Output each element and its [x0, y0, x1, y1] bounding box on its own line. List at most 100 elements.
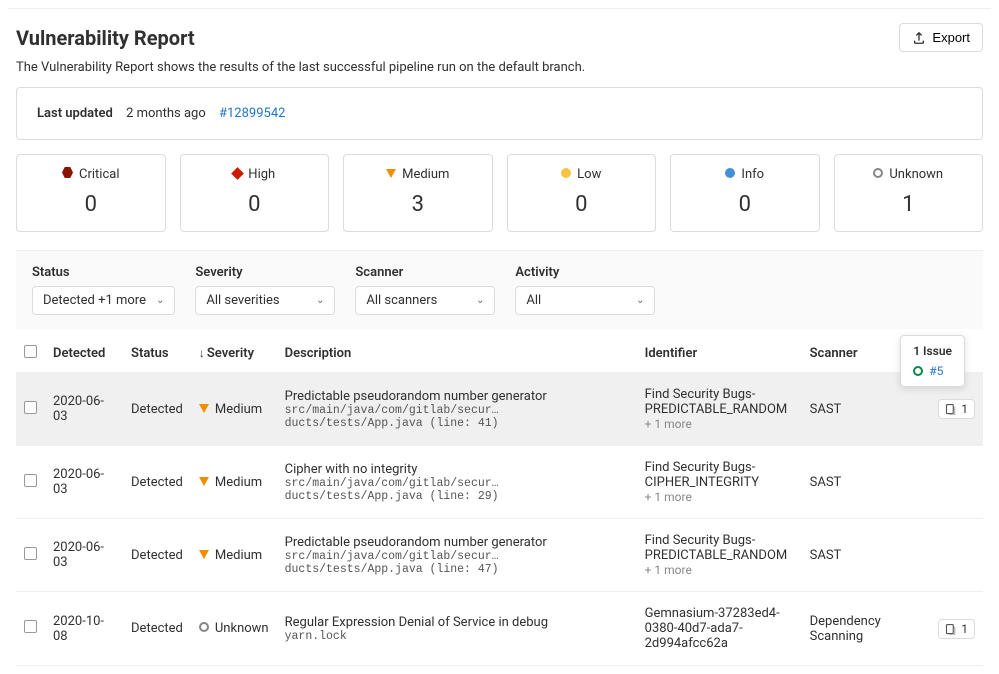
filter-status-value: Detected +1 more: [43, 293, 146, 308]
severity-icon: [199, 475, 209, 490]
cell-status: Detected: [123, 373, 191, 446]
table-row[interactable]: 2020-06-03 Detected Medium Predictable p…: [16, 373, 983, 446]
vulnerability-table: Detected Status ↓Severity Description Id…: [16, 335, 983, 666]
popover-title: 1 Issue: [913, 344, 952, 358]
cell-status: Detected: [123, 592, 191, 666]
cell-detected: 2020-10-08: [45, 592, 123, 666]
severity-icon: [386, 167, 396, 182]
issue-count: 1: [961, 622, 968, 636]
cell-description[interactable]: Predictable pseudorandom number generato…: [277, 519, 637, 592]
cell-identifier: Find Security Bugs-PREDICTABLE_RANDOM+ 1…: [637, 519, 802, 592]
col-identifier[interactable]: Identifier: [637, 335, 802, 373]
cell-scanner: SAST: [802, 519, 931, 592]
cell-description[interactable]: Predictable pseudorandom number generato…: [277, 373, 637, 446]
page-subtitle: The Vulnerability Report shows the resul…: [16, 60, 983, 75]
severity-icon: [62, 167, 73, 182]
severity-icon: [199, 402, 209, 417]
cell-scanner: SAST: [802, 446, 931, 519]
chevron-down-icon: ⌄: [476, 295, 484, 306]
issue-status-icon: [913, 366, 923, 376]
severity-card-unknown[interactable]: Unknown 1: [834, 154, 984, 232]
filters-bar: Status Detected +1 more ⌄ Severity All s…: [16, 250, 983, 329]
cell-severity: Medium: [199, 475, 262, 490]
export-icon: [912, 31, 926, 45]
col-detected[interactable]: Detected: [45, 335, 123, 373]
severity-icon: [199, 548, 209, 563]
cell-identifier: Find Security Bugs-PREDICTABLE_RANDOM+ 1…: [637, 373, 802, 446]
issue-popover: 1 Issue #5: [900, 335, 965, 387]
severity-count: 3: [356, 192, 480, 217]
severity-icon: [233, 167, 242, 182]
filter-scanner-label: Scanner: [355, 265, 495, 280]
cell-description[interactable]: Cipher with no integrity src/main/java/c…: [277, 446, 637, 519]
col-description[interactable]: Description: [277, 335, 637, 373]
filter-status-label: Status: [32, 265, 175, 280]
popover-issue-link[interactable]: #5: [929, 364, 943, 378]
cell-identifier: Find Security Bugs-CIPHER_INTEGRITY+ 1 m…: [637, 446, 802, 519]
severity-card-critical[interactable]: Critical 0: [16, 154, 166, 232]
export-button[interactable]: Export: [899, 23, 983, 52]
cell-detected: 2020-06-03: [45, 446, 123, 519]
identifier-more[interactable]: + 1 more: [645, 417, 794, 431]
severity-card-low[interactable]: Low 0: [507, 154, 657, 232]
issue-icon: [945, 623, 957, 635]
severity-name: Critical: [79, 167, 119, 182]
identifier-more[interactable]: + 1 more: [645, 490, 794, 504]
severity-name: Low: [577, 167, 601, 182]
filter-status-select[interactable]: Detected +1 more ⌄: [32, 286, 175, 315]
filter-severity-label: Severity: [195, 265, 335, 280]
chevron-down-icon: ⌄: [636, 295, 644, 306]
severity-name: Medium: [402, 167, 449, 182]
cell-severity: Medium: [199, 402, 262, 417]
issue-count-badge[interactable]: 1: [938, 399, 975, 419]
severity-card-info[interactable]: Info 0: [670, 154, 820, 232]
issue-count-badge[interactable]: 1: [938, 619, 975, 639]
severity-count: 0: [29, 192, 153, 217]
cell-severity: Medium: [199, 548, 262, 563]
filter-severity-value: All severities: [206, 293, 279, 308]
row-checkbox[interactable]: [24, 547, 37, 560]
cell-status: Detected: [123, 519, 191, 592]
cell-status: Detected: [123, 446, 191, 519]
severity-count: 0: [683, 192, 807, 217]
col-severity[interactable]: ↓Severity: [191, 335, 277, 373]
filter-scanner-select[interactable]: All scanners ⌄: [355, 286, 495, 315]
row-checkbox[interactable]: [24, 401, 37, 414]
filter-activity-label: Activity: [515, 265, 655, 280]
severity-name: Unknown: [889, 167, 943, 182]
cell-description[interactable]: Regular Expression Denial of Service in …: [277, 592, 637, 666]
table-row[interactable]: 2020-06-03 Detected Medium Predictable p…: [16, 519, 983, 592]
last-updated-ago: 2 months ago: [126, 106, 206, 121]
severity-count: 1: [847, 192, 971, 217]
issue-count: 1: [961, 402, 968, 416]
severity-name: Info: [741, 167, 764, 182]
chevron-down-icon: ⌄: [316, 295, 324, 306]
severity-card-medium[interactable]: Medium 3: [343, 154, 493, 232]
sort-descending-icon: ↓: [199, 346, 205, 360]
severity-count: 0: [193, 192, 317, 217]
identifier-more[interactable]: + 1 more: [645, 563, 794, 577]
pipeline-link[interactable]: #12899542: [219, 106, 285, 121]
table-row[interactable]: 2020-06-03 Detected Medium Cipher with n…: [16, 446, 983, 519]
table-row[interactable]: 2020-10-08 Detected Unknown Regular Expr…: [16, 592, 983, 666]
severity-card-high[interactable]: High 0: [180, 154, 330, 232]
cell-scanner: Dependency Scanning: [802, 592, 931, 666]
severity-icon: [725, 167, 735, 182]
cell-severity: Unknown: [199, 621, 269, 636]
select-all-checkbox[interactable]: [24, 345, 37, 358]
filter-severity-select[interactable]: All severities ⌄: [195, 286, 335, 315]
severity-name: High: [248, 167, 275, 182]
last-updated-label: Last updated: [37, 106, 113, 121]
row-checkbox[interactable]: [24, 474, 37, 487]
col-status[interactable]: Status: [123, 335, 191, 373]
severity-icon: [561, 167, 571, 182]
last-updated-panel: Last updated 2 months ago #12899542: [16, 87, 983, 140]
page-title: Vulnerability Report: [16, 26, 195, 50]
cell-identifier: Gemnasium-37283ed4-0380-40d7-ada7-2d994a…: [637, 592, 802, 666]
filter-activity-select[interactable]: All ⌄: [515, 286, 655, 315]
chevron-down-icon: ⌄: [156, 295, 164, 306]
severity-count: 0: [520, 192, 644, 217]
row-checkbox[interactable]: [24, 620, 37, 633]
filter-scanner-value: All scanners: [366, 293, 437, 308]
issue-icon: [945, 403, 957, 415]
